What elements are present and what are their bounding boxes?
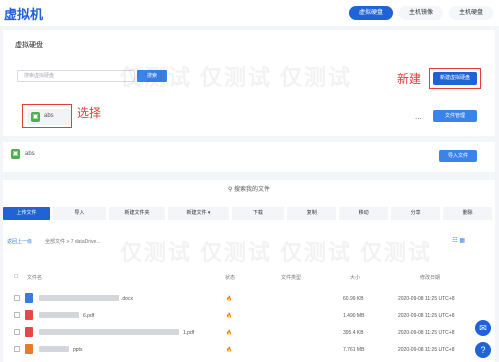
table-row[interactable]: 1.pdf 🔥 395.4 KB 2020-09-08 11:25 UTC+8 xyxy=(3,326,495,340)
breadcrumb-back-link[interactable]: 返回上一级 xyxy=(7,238,32,245)
blurred-filename xyxy=(39,295,119,301)
app-title: 虚拟机 xyxy=(4,7,44,22)
header-checkbox[interactable]: ☐ xyxy=(14,274,18,280)
col-status: 状态 xyxy=(225,275,236,281)
status-icon: 🔥 xyxy=(226,330,233,336)
file-manager-panel: ⚲ 搜索我的文件 上传文件 导入 新建文件夹 新建文件 ▾ 下载 复制 移动 分… xyxy=(3,180,495,362)
disk-icon: ▣ xyxy=(11,149,20,159)
status-icon: 🔥 xyxy=(226,313,233,319)
file-search-input[interactable]: ⚲ 搜索我的文件 xyxy=(3,184,495,193)
disk-name: abs xyxy=(25,151,35,157)
import-button[interactable]: 导入 xyxy=(53,207,106,220)
file-icon xyxy=(25,344,33,354)
file-date: 2020-09-08 11:25 UTC+8 xyxy=(398,330,455,336)
file-size: 395.4 KB xyxy=(343,330,364,336)
row-checkbox[interactable] xyxy=(14,329,20,335)
table-row[interactable]: pptx 🔥 7.761 MB 2020-09-08 11:25 UTC+8 xyxy=(3,343,495,357)
tab-bar: 虚拟硬盘 主机镜像 主机硬盘 xyxy=(348,6,493,20)
view-toggle-icons[interactable]: ☷ ▦ xyxy=(452,237,465,244)
breadcrumb-path: 全部文件 > 7 dataDrive... xyxy=(45,239,101,245)
new-virtual-disk-button[interactable]: 新建虚拟硬盘 xyxy=(433,72,477,85)
file-icon xyxy=(25,327,33,337)
search-button[interactable]: 搜索 xyxy=(137,70,167,82)
disk-search-input[interactable]: 搜索虚拟硬盘 xyxy=(17,70,135,82)
file-table-header: ☐ 文件名 状态 文件类型 大小 修改日期 xyxy=(3,274,495,284)
blurred-filename xyxy=(39,346,69,352)
chat-icon[interactable]: ✉ xyxy=(475,320,491,336)
file-icon xyxy=(25,293,33,303)
disk-name: abs xyxy=(44,113,54,119)
status-icon: 🔥 xyxy=(226,296,233,302)
file-size: 1.490 MB xyxy=(343,313,365,319)
file-date: 2020-09-08 11:25 UTC+8 xyxy=(398,296,455,302)
file-date: 2020-09-08 11:25 UTC+8 xyxy=(398,347,455,353)
col-size: 大小 xyxy=(350,275,361,281)
file-icon xyxy=(25,310,33,320)
delete-button[interactable]: 删除 xyxy=(443,207,493,220)
new-folder-button[interactable]: 新建文件夹 xyxy=(108,207,166,220)
file-name: pptx xyxy=(73,347,83,353)
help-icon[interactable]: ? xyxy=(475,342,491,358)
file-size: 7.761 MB xyxy=(343,347,365,353)
new-file-dropdown[interactable]: 新建文件 ▾ xyxy=(168,207,229,220)
file-date: 2020-09-08 11:25 UTC+8 xyxy=(398,313,455,319)
table-row[interactable]: .docx 🔥 60.99 KB 2020-09-08 11:25 UTC+8 xyxy=(3,292,495,306)
breadcrumb: 返回上一级 全部文件 > 7 dataDrive... ☷ ▦ xyxy=(3,236,495,248)
file-name: 1.pdf xyxy=(183,330,195,336)
file-name: .docx xyxy=(121,296,133,302)
file-management-button[interactable]: 文件管理 xyxy=(433,110,477,122)
annotation-select: 选择 xyxy=(77,106,102,120)
tab-host-image[interactable]: 主机镜像 xyxy=(398,6,443,20)
annotation-new: 新建 xyxy=(397,72,422,86)
panel-title: 虚拟硬盘 xyxy=(15,42,43,49)
share-button[interactable]: 分享 xyxy=(391,207,441,220)
import-file-button[interactable]: 导入文件 xyxy=(439,150,477,162)
table-row[interactable]: 6.pdf 🔥 1.490 MB 2020-09-08 11:25 UTC+8 xyxy=(3,309,495,323)
tab-host-disk[interactable]: 主机硬盘 xyxy=(448,6,493,20)
row-checkbox[interactable] xyxy=(14,346,20,352)
blurred-filename xyxy=(39,312,79,318)
col-modified: 修改日期 xyxy=(420,275,441,281)
virtual-disk-panel: 虚拟硬盘 搜索虚拟硬盘 搜索 新建 新建虚拟硬盘 ▣ abs 选择 ... 文件… xyxy=(3,30,495,136)
move-button[interactable]: 移动 xyxy=(339,207,389,220)
blurred-filename xyxy=(39,329,179,335)
tab-virtual-disk[interactable]: 虚拟硬盘 xyxy=(348,6,393,20)
upload-button[interactable]: 上传文件 xyxy=(3,207,51,220)
status-icon: 🔥 xyxy=(226,347,233,353)
col-type: 文件类型 xyxy=(281,275,302,281)
disk-item[interactable]: ▣ abs xyxy=(27,109,71,125)
col-name: 文件名 xyxy=(27,275,43,281)
selected-disk-panel: ▣ abs 导入文件 xyxy=(3,142,495,172)
copy-button[interactable]: 复制 xyxy=(287,207,337,220)
disk-icon: ▣ xyxy=(31,112,40,122)
file-toolbar: 上传文件 导入 新建文件夹 新建文件 ▾ 下载 复制 移动 分享 删除 xyxy=(3,207,495,220)
file-search-label: 搜索我的文件 xyxy=(234,187,271,193)
file-name: 6.pdf xyxy=(83,313,95,319)
download-button[interactable]: 下载 xyxy=(231,207,285,220)
more-icon[interactable]: ... xyxy=(415,112,422,121)
file-size: 60.99 KB xyxy=(343,296,364,302)
top-bar: 虚拟机 虚拟硬盘 主机镜像 主机硬盘 xyxy=(0,0,499,26)
row-checkbox[interactable] xyxy=(14,312,20,318)
row-checkbox[interactable] xyxy=(14,295,20,301)
